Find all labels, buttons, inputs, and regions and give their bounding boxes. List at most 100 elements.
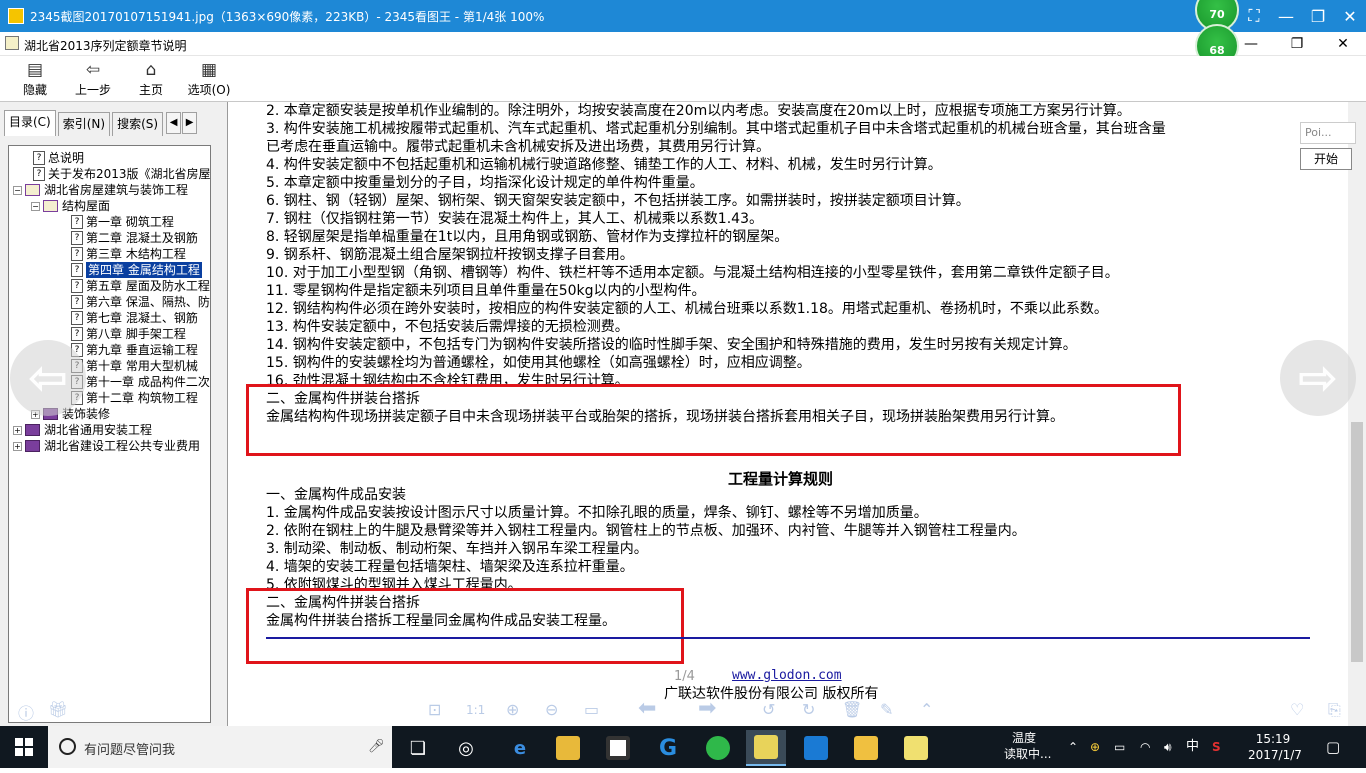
rules-line: 一、金属构件成品安装	[266, 487, 406, 503]
tree-item-label: 第五章 屋面及防水工程	[86, 279, 210, 293]
tree-item[interactable]: ? 第四章 金属结构工程	[71, 262, 202, 278]
maximize-button[interactable]: ❐	[1302, 0, 1334, 32]
rotate-left-icon[interactable]: ↺	[762, 700, 775, 719]
close-button[interactable]: ✕	[1334, 0, 1366, 32]
tree-item-label: 第三章 木结构工程	[86, 247, 186, 261]
expand-icon[interactable]: +	[13, 425, 22, 435]
tree-item[interactable]: ? 总说明	[33, 150, 84, 166]
previous-image-icon[interactable]: ⇦	[10, 340, 86, 416]
teamviewer-icon[interactable]	[796, 730, 836, 766]
help-page-icon: ?	[71, 231, 83, 245]
zoom-out-icon[interactable]: ⊖	[545, 700, 558, 719]
edit-icon[interactable]: ✎	[880, 700, 893, 719]
tree-item[interactable]: ? 第二章 混凝土及钢筋	[71, 230, 198, 246]
tray-battery-icon[interactable]: ▭	[1114, 726, 1125, 768]
next-image-icon[interactable]: ⇨	[1280, 340, 1356, 416]
tree-item-label: 第六章 保温、隔热、防	[86, 295, 210, 309]
tree-item[interactable]: ? 第八章 脚手架工程	[71, 326, 186, 342]
hide-button[interactable]: ▤ 隐藏	[6, 56, 64, 100]
tree-item[interactable]: − 结构屋面	[31, 198, 110, 214]
help-page-icon: ?	[71, 311, 83, 325]
task-view-icon[interactable]: ❏	[398, 730, 438, 766]
tab-scroll-right-icon[interactable]: ▶	[182, 112, 198, 134]
home-button[interactable]: ⌂ 主页	[122, 56, 180, 100]
share-icon[interactable]: ⎘	[1328, 700, 1341, 720]
file-explorer-icon[interactable]	[548, 730, 588, 766]
rotate-right-icon[interactable]: ↻	[802, 700, 815, 719]
divider	[266, 637, 1310, 639]
tree-item[interactable]: ? 第七章 混凝土、钢筋	[71, 310, 198, 326]
info-icon[interactable]: ⓘ	[18, 700, 34, 724]
tray-wifi-icon[interactable]: ◠	[1140, 726, 1150, 768]
rules-line: 3. 制动梁、制动板、制动桁架、车挡并入钢吊车梁工程量内。	[266, 541, 648, 557]
zoom-in-icon[interactable]: ⊕	[506, 700, 519, 719]
edge-browser-icon[interactable]: e	[500, 730, 540, 766]
microphone-icon[interactable]: 🎤︎	[368, 739, 385, 754]
ime-indicator[interactable]: 中	[1186, 726, 1199, 768]
tree-item[interactable]: + 湖北省建设工程公共专业费用	[13, 438, 200, 454]
sogou-ime-icon[interactable]: S	[1212, 726, 1221, 768]
help-close-button[interactable]: ✕	[1320, 32, 1366, 56]
tray-green-icon[interactable]: ⊕	[1090, 726, 1100, 768]
notification-icon[interactable]: ▢	[1326, 726, 1340, 768]
actual-size-icon[interactable]: ⊡	[428, 700, 441, 719]
tray-chevron-icon[interactable]: ⌃	[1068, 726, 1078, 768]
store-icon[interactable]	[598, 730, 638, 766]
tree-item[interactable]: ?第十一章 成品构件二次	[71, 374, 210, 390]
tree-item-label: 总说明	[48, 151, 85, 165]
refresh-app-icon[interactable]	[698, 730, 738, 766]
help-maximize-button[interactable]: ❐	[1274, 32, 1320, 56]
help-window-title: 湖北省2013序列定额章节说明	[24, 39, 187, 53]
gift-icon[interactable]: 🎁︎	[48, 700, 68, 719]
start-button[interactable]: 开始	[1300, 148, 1352, 170]
contents-tree[interactable]: ? 总说明? 关于发布2013版《湖北省房屋 − 湖北省房屋建筑与装饰工程 − 结构屋面? 第…	[8, 145, 211, 723]
glodon-app-icon[interactable]: G	[648, 730, 688, 766]
clock[interactable]: 15:19 2017/1/7	[1248, 731, 1302, 773]
windows-start-button[interactable]	[0, 726, 48, 768]
tree-item[interactable]: ? 第六章 保温、隔热、防	[71, 294, 210, 310]
help-window-task[interactable]	[746, 730, 786, 766]
tab-scroll-left-icon[interactable]: ◀	[166, 112, 182, 134]
tab-search[interactable]: 搜索(S)	[112, 112, 164, 136]
delete-icon[interactable]: 🗑︎	[842, 700, 862, 719]
browser-app-icon[interactable]: ◎	[446, 730, 486, 766]
tree-item[interactable]: ?第十章 常用大型机械	[71, 358, 198, 374]
prev-icon[interactable]: ⬅	[638, 696, 656, 721]
tree-item[interactable]: ?第十二章 构筑物工程	[71, 390, 198, 406]
notes-app-icon[interactable]	[846, 730, 886, 766]
footer-link[interactable]: www.glodon.com	[732, 668, 842, 683]
poi-input[interactable]: Poi...	[1300, 122, 1356, 144]
one-to-one-icon[interactable]: 1:1	[466, 703, 485, 717]
content-line: 11. 零星钢构件是指定额未列项目且单件重量在50kg以内的小型构件。	[266, 283, 706, 299]
expand-icon[interactable]: +	[13, 441, 22, 451]
options-button[interactable]: ▦ 选项(O)	[180, 56, 238, 100]
search-placeholder: 有问题尽管问我	[84, 743, 176, 758]
help-window-titlebar: 湖北省2013序列定额章节说明 — ❐ ✕	[0, 32, 1366, 56]
weather-widget[interactable]: 温度 读取中...	[1004, 730, 1051, 772]
scrollbar-thumb[interactable]	[1351, 422, 1363, 662]
more-icon[interactable]: ⌃	[920, 700, 933, 719]
tree-item[interactable]: ? 第九章 垂直运输工程	[71, 342, 198, 358]
favorite-icon[interactable]: ♡	[1290, 700, 1304, 719]
tab-index[interactable]: 索引(N)	[57, 112, 111, 136]
help-app-icon-task[interactable]	[896, 730, 936, 766]
taskbar-search[interactable]: 有问题尽管问我 🎤︎	[48, 726, 392, 768]
tab-contents[interactable]: 目录(C)	[4, 110, 56, 136]
collapse-icon[interactable]: −	[13, 185, 22, 195]
tree-item[interactable]: + 湖北省通用安装工程	[13, 422, 152, 438]
slideshow-icon[interactable]: ▭	[584, 700, 599, 719]
tree-item[interactable]: ? 第五章 屋面及防水工程	[71, 278, 210, 294]
back-button[interactable]: ⇦ 上一步	[64, 56, 122, 100]
help-page-icon: ?	[71, 327, 83, 341]
fullscreen-icon[interactable]: ⛶	[1238, 0, 1270, 32]
minimize-button[interactable]: —	[1270, 0, 1302, 32]
tray-volume-icon[interactable]: 🔊︎	[1164, 726, 1172, 768]
content-line: 10. 对于加工小型型钢（角钢、槽钢等）构件、铁栏杆等不适用本定额。与混凝土结构…	[266, 265, 1119, 281]
tree-item[interactable]: ? 第一章 砌筑工程	[71, 214, 174, 230]
tree-item[interactable]: − 湖北省房屋建筑与装饰工程	[13, 182, 188, 198]
next-icon[interactable]: ➡	[698, 696, 716, 721]
collapse-icon[interactable]: −	[31, 201, 40, 211]
tree-item[interactable]: ? 关于发布2013版《湖北省房屋	[33, 166, 210, 182]
tree-item[interactable]: ? 第三章 木结构工程	[71, 246, 186, 262]
content-scrollbar[interactable]	[1348, 102, 1366, 726]
